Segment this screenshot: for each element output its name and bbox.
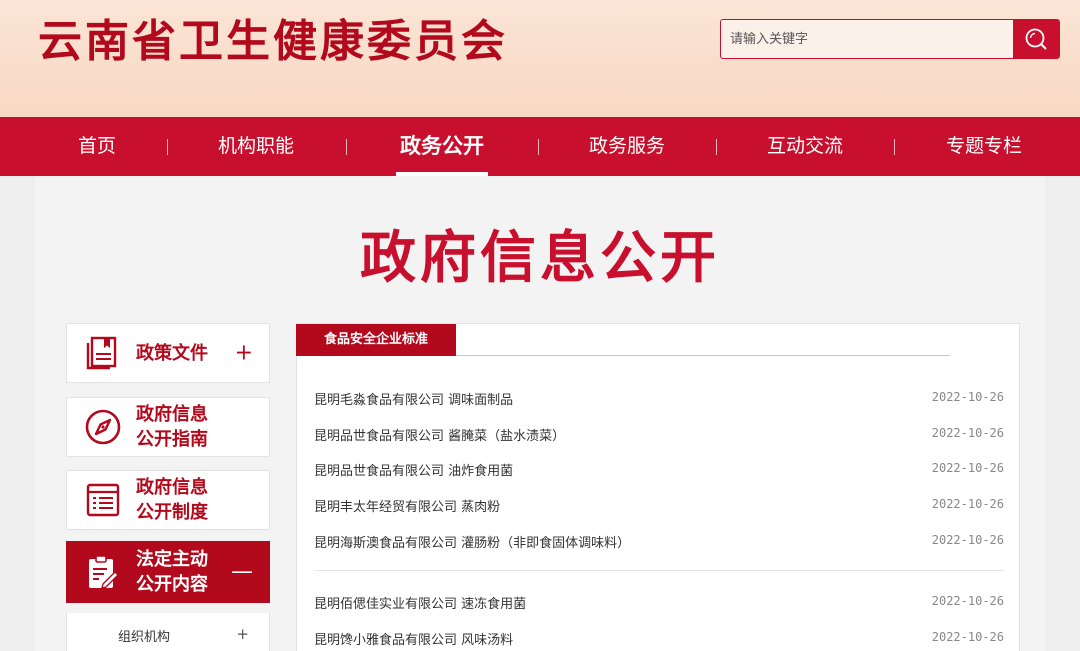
expand-icon[interactable]: + (235, 341, 253, 366)
site-title[interactable]: 云南省卫生健康委员会 (38, 14, 508, 70)
nav-divider (346, 139, 347, 155)
sub-item-organization[interactable]: 组织机构 + (66, 613, 270, 651)
document-icon (83, 333, 123, 373)
list-item[interactable]: 昆明丰太年经贸有限公司 蒸肉粉 2022-10-26 (314, 487, 1004, 523)
list-item[interactable]: 昆明品世食品有限公司 油炸食用菌 2022-10-26 (314, 451, 1004, 487)
list-item-title[interactable]: 昆明海斯澳食品有限公司 灌肠粉（非即食固体调味料） (314, 532, 630, 551)
side-item-label: 政府信息 公开指南 (136, 404, 208, 450)
list-item[interactable]: 昆明毛淼食品有限公司 调味面制品 2022-10-26 (314, 380, 1004, 416)
list-item-date: 2022-10-26 (931, 533, 1004, 547)
nav-divider (538, 139, 539, 155)
list-item[interactable]: 昆明佰偲佳实业有限公司 速冻食用菌 2022-10-26 (314, 584, 1004, 620)
nav-item-home[interactable]: 首页 (62, 117, 132, 176)
nav-item-interaction[interactable]: 互动交流 (755, 117, 855, 176)
list-item-title[interactable]: 昆明丰太年经贸有限公司 蒸肉粉 (314, 496, 500, 515)
search-input[interactable] (721, 20, 1013, 58)
list-item-title[interactable]: 昆明品世食品有限公司 酱腌菜（盐水渍菜） (314, 425, 565, 444)
main-nav: 首页 机构职能 政务公开 政务服务 互动交流 专题专栏 (0, 117, 1080, 176)
list-item[interactable]: 昆明馋小雅食品有限公司 风味汤料 2022-10-26 (314, 620, 1004, 651)
nav-item-topics[interactable]: 专题专栏 (934, 117, 1034, 176)
nav-item-services[interactable]: 政务服务 (576, 117, 678, 176)
clipboard-edit-icon (83, 552, 123, 592)
tab-underline (456, 355, 950, 356)
side-item-label: 法定主动 公开内容 (136, 549, 208, 595)
site-header: 云南省卫生健康委员会 (0, 0, 1080, 117)
page-title: 政府信息公开 (360, 225, 720, 291)
side-item-label: 政府信息 公开制度 (136, 477, 208, 523)
list-item-title[interactable]: 昆明毛淼食品有限公司 调味面制品 (314, 389, 513, 408)
tab-food-safety-standards[interactable]: 食品安全企业标准 (296, 324, 456, 356)
list-item-date: 2022-10-26 (931, 390, 1004, 404)
main-panel: 政府信息公开 政策文件 + 政府信息 公开指南 政府信息 公开制度 法定主动 公… (35, 176, 1045, 651)
list-item-date: 2022-10-26 (931, 497, 1004, 511)
search-button[interactable] (1013, 20, 1059, 58)
compass-icon (83, 407, 123, 447)
list-document-icon (83, 480, 123, 520)
side-item-policy-files[interactable]: 政策文件 + (66, 323, 270, 383)
nav-item-gov-affairs[interactable]: 政务公开 (396, 117, 488, 176)
list-item-title[interactable]: 昆明品世食品有限公司 油炸食用菌 (314, 460, 513, 479)
side-item-disclosure-guide[interactable]: 政府信息 公开指南 (66, 397, 270, 457)
search-box (720, 19, 1060, 59)
list-item[interactable]: 昆明品世食品有限公司 酱腌菜（盐水渍菜） 2022-10-26 (314, 416, 1004, 452)
list-item-date: 2022-10-26 (931, 426, 1004, 440)
sub-item-label: 组织机构 (118, 630, 171, 645)
expand-icon[interactable]: + (236, 625, 249, 643)
side-item-disclosure-system[interactable]: 政府信息 公开制度 (66, 470, 270, 530)
search-icon (1025, 28, 1047, 50)
content-card: 食品安全企业标准 昆明毛淼食品有限公司 调味面制品 2022-10-26 昆明品… (296, 323, 1020, 651)
group-divider (314, 570, 1004, 571)
list-item-title[interactable]: 昆明馋小雅食品有限公司 风味汤料 (314, 629, 513, 648)
nav-item-functions[interactable]: 机构职能 (206, 117, 306, 176)
nav-divider (894, 139, 895, 155)
list-item-date: 2022-10-26 (931, 461, 1004, 475)
nav-divider (167, 139, 168, 155)
list-item-title[interactable]: 昆明佰偲佳实业有限公司 速冻食用菌 (314, 593, 526, 612)
side-item-label: 政策文件 (136, 342, 208, 364)
list-item-date: 2022-10-26 (931, 630, 1004, 644)
list-item[interactable]: 昆明海斯澳食品有限公司 灌肠粉（非即食固体调味料） 2022-10-26 (314, 523, 1004, 559)
list-item-date: 2022-10-26 (931, 594, 1004, 608)
nav-divider (716, 139, 717, 155)
collapse-icon[interactable]: — (231, 560, 253, 585)
side-item-statutory-content[interactable]: 法定主动 公开内容 — (66, 541, 270, 603)
